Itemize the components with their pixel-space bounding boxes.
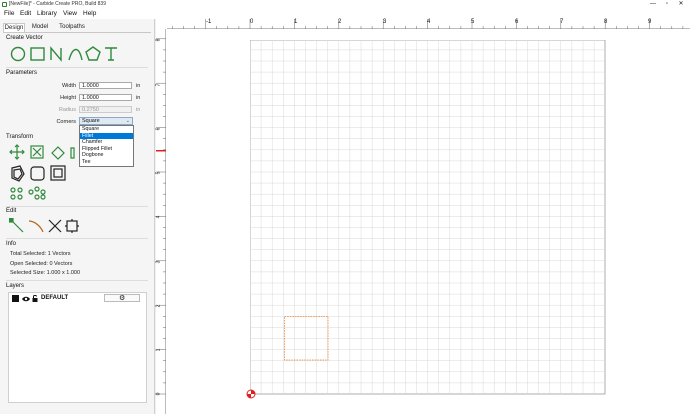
join-icon [48, 219, 62, 233]
radius-label: Radius [58, 107, 76, 113]
minimize-button[interactable]: — [646, 0, 660, 9]
corners-dropdown-list: Square Fillet Chamfer Flipped Fillet Dog… [79, 125, 134, 167]
tab-model[interactable]: Model [29, 23, 51, 32]
polygon-icon [85, 46, 101, 61]
ruler-h-label: 4 [427, 19, 431, 25]
menu-edit[interactable]: Edit [20, 10, 31, 17]
ruler-v-label: 7 [155, 83, 162, 87]
align-icon [50, 165, 66, 181]
width-label: Width [61, 83, 76, 89]
ruler-v-label: 2 [155, 304, 162, 308]
menu-library[interactable]: Library [37, 10, 57, 17]
edit-heading: Edit [6, 208, 17, 214]
gear-icon: ⚙ [119, 295, 126, 302]
corners-option[interactable]: Tee [80, 159, 133, 166]
circular-array-icon [28, 186, 46, 200]
corners-selected: Square [82, 118, 100, 124]
height-unit: in [136, 95, 141, 101]
menu-help[interactable]: Help [83, 10, 96, 17]
ruler-v-label: 0 [155, 392, 162, 396]
divider [6, 67, 148, 68]
offset-icon [11, 165, 25, 182]
transform-toolbar [9, 144, 75, 200]
eye-icon[interactable] [22, 296, 30, 302]
ruler-h-label: 8 [604, 19, 608, 25]
scale-icon [30, 145, 44, 159]
info-open-selected: Open Selected: 0 Vectors [10, 261, 73, 267]
chevron-down-icon: ⌄ [125, 118, 130, 124]
ruler-v-label: 1 [155, 348, 162, 352]
radius-unit: in [136, 107, 141, 113]
title-bar: [NewFile]* - Carbide Create PRO, Build 8… [0, 0, 690, 9]
ruler-h-label: 0 [250, 19, 254, 25]
rotate-icon [51, 146, 65, 160]
width-input[interactable]: 1.0000 [79, 82, 132, 89]
origin-icon [246, 389, 256, 399]
maximize-button[interactable]: ▫ [660, 0, 674, 9]
lock-icon[interactable] [32, 295, 38, 302]
rectangle-icon [30, 47, 45, 61]
info-selected-size: Selected Size: 1.000 x 1.000 [10, 270, 81, 276]
ruler-v-label: 8 [155, 38, 162, 42]
height-label: Height [60, 95, 76, 101]
divider [6, 280, 148, 281]
ruler-h-label: -1 [206, 19, 212, 25]
layers-heading: Layers [6, 283, 25, 289]
radius-input: 0.2750 [79, 106, 132, 113]
ruler-v-label: 5 [155, 171, 162, 175]
tab-toolpaths[interactable]: Toolpaths [56, 23, 88, 32]
stock-grid[interactable] [250, 40, 606, 395]
trim-icon [28, 220, 44, 233]
polyline-icon [50, 46, 62, 62]
info-heading: Info [6, 241, 17, 247]
ruler-h-label: 3 [383, 19, 387, 25]
close-vector-icon [65, 219, 79, 233]
divider [6, 238, 148, 239]
node-edit-icon [9, 218, 24, 233]
menu-file[interactable]: File [4, 10, 14, 17]
ruler-v-label: 3 [155, 260, 162, 264]
ruler-h-label: 6 [515, 19, 519, 25]
ruler-v-label: 6 [155, 127, 162, 131]
layer-name[interactable]: DEFAULT [41, 295, 68, 301]
parameters-heading: Parameters [6, 70, 38, 76]
window-title: [NewFile]* - Carbide Create PRO, Build 8… [9, 1, 106, 7]
ruler-h-label: 5 [471, 19, 475, 25]
circle-icon [10, 46, 26, 62]
app-icon [2, 2, 7, 7]
ruler-h-label: 1 [294, 19, 298, 25]
ruler-h-label: 7 [560, 19, 564, 25]
text-icon [105, 47, 117, 61]
width-unit: in [136, 83, 141, 89]
mirror-icon [70, 147, 75, 159]
tab-divider [3, 32, 151, 33]
info-total-selected: Total Selected: 1 Vectors [10, 251, 71, 257]
ruler-h-label: 2 [338, 19, 342, 25]
cursor-position-marker [156, 150, 166, 152]
create-vector-toolbar [10, 46, 117, 62]
divider [6, 206, 148, 207]
menu-bar: File Edit Library View Help [0, 9, 690, 19]
edit-toolbar [9, 218, 79, 233]
boolean-icon [30, 166, 45, 181]
corners-label: Corners [56, 119, 76, 125]
tab-design[interactable]: Design [3, 23, 25, 32]
close-button[interactable]: ✕ [674, 0, 688, 9]
ruler-h-label: 9 [648, 19, 652, 25]
ruler-v-label: 4 [155, 215, 162, 219]
layer-settings-button[interactable]: ⚙ [104, 294, 140, 302]
layer-color-swatch[interactable] [12, 295, 19, 302]
vertical-ruler-ticks [156, 38, 166, 395]
create-vector-heading: Create Vector [6, 35, 43, 41]
move-icon [9, 144, 25, 160]
menu-view[interactable]: View [63, 10, 77, 17]
array-icon [10, 187, 23, 200]
curve-icon [68, 48, 83, 61]
layers-panel: DEFAULT ⚙ [8, 292, 147, 403]
corners-select[interactable]: Square ⌄ [79, 117, 133, 125]
height-input[interactable]: 1.0000 [79, 94, 132, 101]
